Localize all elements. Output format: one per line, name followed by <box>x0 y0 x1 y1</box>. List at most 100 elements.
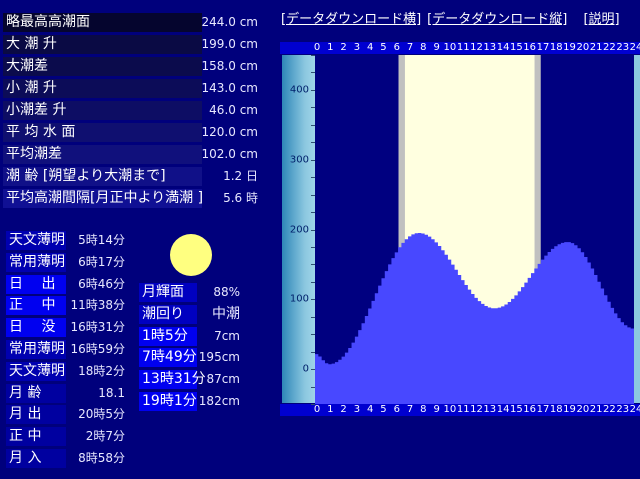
sun-moon-value: 6時17分 <box>78 254 125 269</box>
summary-value: 158.0 cm <box>201 59 258 73</box>
row-label: 潮回り <box>139 304 197 324</box>
hour-tick-label: 24 <box>629 42 640 53</box>
summary-row: 平均高潮間隔[月正中より満潮 ] 5.6 時 <box>3 189 261 208</box>
sun-moon-row: 天文薄明 18時2分 <box>6 361 125 381</box>
hour-tick-label: 7 <box>406 42 414 53</box>
hour-tick-label: 13 <box>483 404 497 415</box>
hour-tick-label: 23 <box>616 42 630 53</box>
right-axis-strip <box>634 55 640 403</box>
height-axis: 0 100 200 300 400 <box>282 55 315 405</box>
hour-tick-label: 15 <box>510 404 523 415</box>
download-vertical-link[interactable]: [データダウンロード縦] <box>427 12 567 27</box>
links: [データダウンロード横] [データダウンロード縦] [説明] <box>281 8 626 27</box>
summary-value: 102.0 cm <box>201 147 258 161</box>
hour-tick-label: 17 <box>536 42 550 53</box>
sun-moon-value: 16時31分 <box>70 320 125 335</box>
hour-tick-label: 14 <box>496 42 510 53</box>
hour-tick-label: 23 <box>616 404 630 415</box>
hour-tick-label: 21 <box>589 42 603 53</box>
hour-tick-label: 1 <box>327 42 334 53</box>
sun-moon-label: 天文薄明 <box>6 361 66 381</box>
sun-moon-row: 天文薄明 5時14分 <box>6 231 125 250</box>
summary-label: 平均高潮間隔[月正中より満潮 ] <box>3 189 203 208</box>
hour-tick-label: 4 <box>366 42 374 53</box>
summary-value: 244.0 cm <box>201 15 258 29</box>
download-horizontal-link[interactable]: [データダウンロード横] <box>281 12 421 27</box>
sun-moon-value: 8時58分 <box>78 451 125 465</box>
sun-moon-value: 2時7分 <box>85 429 125 444</box>
sun-moon-value: 11時38分 <box>70 298 125 313</box>
sun-moon-value: 16時59分 <box>70 342 125 356</box>
sun-moon-label: 月 齢 <box>6 383 66 403</box>
hour-tick-label: 12 <box>470 42 483 53</box>
hour-tick-label: 10 <box>443 404 457 415</box>
hour-tick-label: 1 <box>327 404 334 415</box>
hour-tick-label: 20 <box>576 404 590 415</box>
sun-moon-label: 月 入 <box>6 449 66 468</box>
summary-value: 1.2 日 <box>223 169 258 183</box>
sun-moon-row: 月 齢 18.1 <box>6 383 125 403</box>
hour-tick-label: 9 <box>433 404 440 415</box>
hour-tick-label: 20 <box>576 42 590 53</box>
hour-tick-label: 3 <box>353 404 361 415</box>
summary-row: 小 潮 升 143.0 cm <box>3 79 261 98</box>
sun-moon-value: 20時5分 <box>78 407 125 422</box>
sun-moon-row: 日 出 6時46分 <box>6 274 125 294</box>
sun-moon-value: 18.1 <box>98 385 125 400</box>
height-tick-label: 100 <box>289 293 309 305</box>
row-label: 7時49分 <box>139 348 197 368</box>
row-value: 182cm <box>198 394 240 408</box>
summary-value: 46.0 cm <box>209 103 258 117</box>
summary-value: 143.0 cm <box>201 81 258 95</box>
summary-value: 5.6 時 <box>223 191 258 205</box>
sun-moon-label: 常用薄明 <box>6 252 66 272</box>
row-label: 13時31分 <box>139 370 206 390</box>
hour-tick-label: 8 <box>420 404 427 415</box>
summary-row: 平 均 水 面 120.0 cm <box>3 123 261 142</box>
summary-label: 小 潮 升 <box>3 79 202 98</box>
summary-label: 大 潮 升 <box>3 35 202 54</box>
sun-moon-label: 月 出 <box>6 405 66 425</box>
hour-tick-label: 19 <box>563 404 576 415</box>
hour-tick-label: 8 <box>420 42 427 53</box>
row-label: 1時5分 <box>139 326 197 346</box>
hour-tick-label: 6 <box>393 404 400 415</box>
hour-tick-label: 18 <box>549 404 563 415</box>
hour-tick-label: 4 <box>366 404 374 415</box>
hour-tick-label: 18 <box>549 42 563 53</box>
summary-label: 平 均 水 面 <box>3 123 202 142</box>
sun-moon-row: 日 没 16時31分 <box>6 318 125 338</box>
summary-label: 平均潮差 <box>3 145 202 164</box>
sun-moon-row: 月 出 20時5分 <box>6 405 125 425</box>
hour-tick-label: 10 <box>443 42 457 53</box>
tide-extreme-row: 19時1分 182cm <box>139 392 240 411</box>
hour-tick-label: 9 <box>433 42 440 53</box>
moon-info-row: 月輝面 88% <box>139 283 240 302</box>
row-value: 87cm <box>206 372 240 387</box>
sun-moon-label: 正 中 <box>6 427 66 447</box>
sun-moon-row: 正 中 11時38分 <box>6 296 125 316</box>
summary-label: 小潮差 升 <box>3 101 202 120</box>
summary-row: 潮 齢 [朔望より大潮まで] 1.2 日 <box>3 167 261 186</box>
help-link[interactable]: [説明] <box>583 12 619 27</box>
sun-moon-value: 6時46分 <box>78 276 125 291</box>
sun-moon-row: 月 入 8時58分 <box>6 449 125 468</box>
summary-row: 大潮差 158.0 cm <box>3 57 261 76</box>
height-tick-label: 400 <box>289 84 309 96</box>
height-tick-label: 0 <box>302 363 309 375</box>
hour-tick-label: 3 <box>353 42 361 53</box>
row-label: 月輝面 <box>139 283 197 302</box>
hour-tick-label: 2 <box>340 42 347 53</box>
tide-chart <box>315 55 634 404</box>
sun-moon-label: 正 中 <box>6 296 66 316</box>
summary-row: 小潮差 升 46.0 cm <box>3 101 261 120</box>
row-label: 19時1分 <box>139 392 197 411</box>
summary-label: 略最高高潮面 <box>3 13 202 32</box>
hour-tick-label: 6 <box>393 42 400 53</box>
hour-tick-label: 0 <box>313 404 321 415</box>
sun-moon-value: 5時14分 <box>78 233 125 247</box>
summary-value: 120.0 cm <box>201 125 258 139</box>
moon-icon <box>170 234 212 276</box>
tide-extreme-row: 13時31分 87cm <box>139 370 240 390</box>
summary-label: 潮 齢 [朔望より大潮まで] <box>3 167 202 186</box>
